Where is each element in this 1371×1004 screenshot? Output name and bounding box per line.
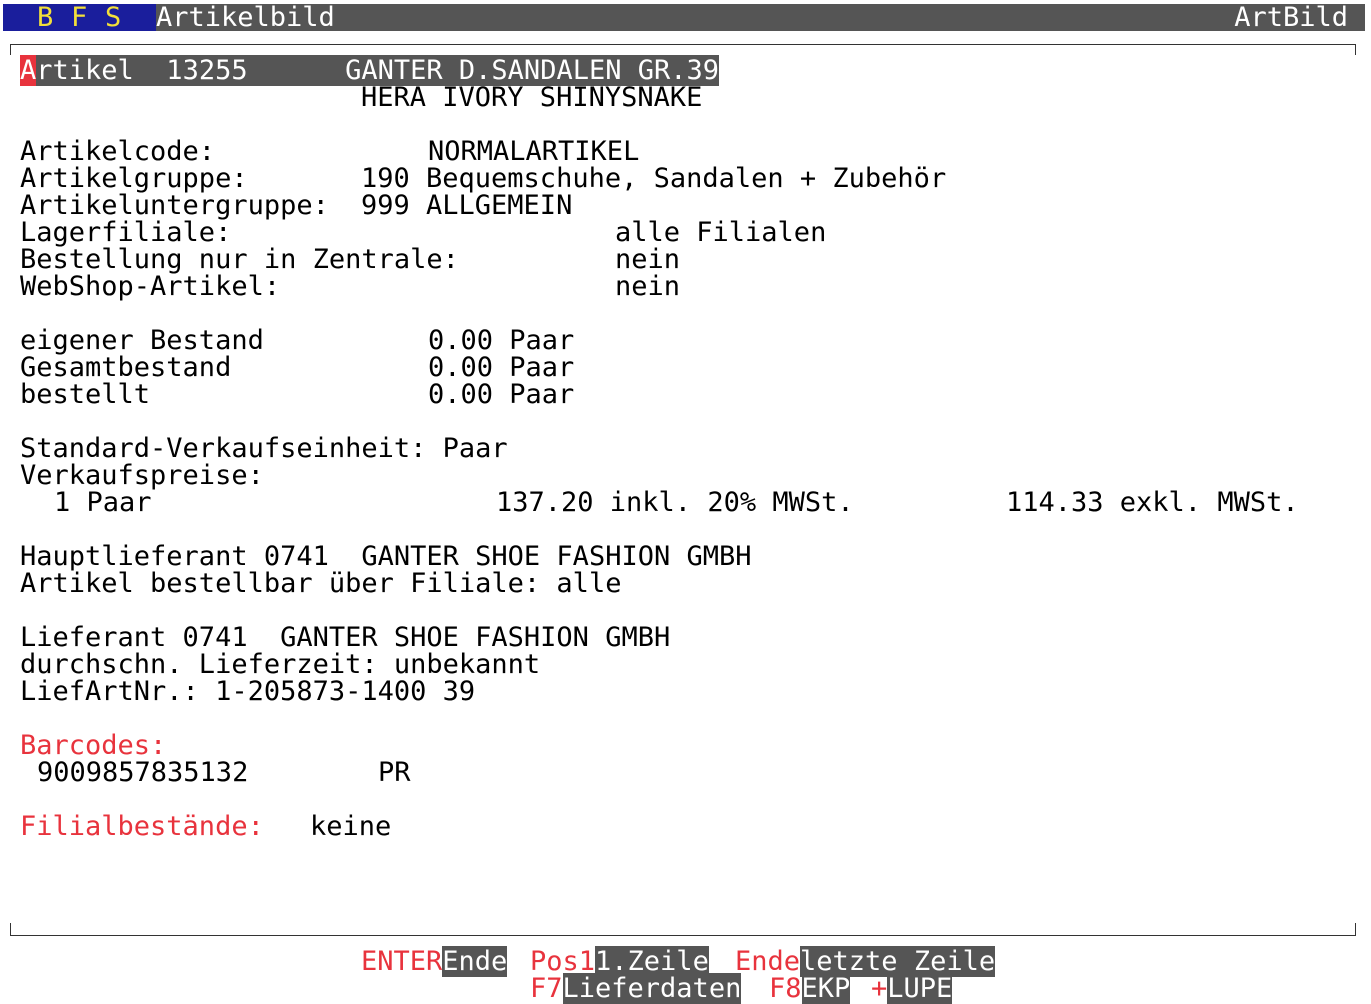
webshop-value: nein [615,271,681,302]
key-plus: + [871,973,888,1004]
liefartnr: LiefArtNr.: 1-205873-1400 39 [20,676,476,707]
key-enter: ENTER [361,946,443,977]
article-number: rtikel 13255 [36,55,346,86]
bestellung-value: nein [615,244,681,275]
lieferant: Lieferant 0741 GANTER SHOE FASHION GMBH [20,622,671,653]
barcodes-label: Barcodes: [20,730,167,761]
key-plus-label: LUPE [887,973,953,1004]
gesamtbestand-value: 0.00 Paar [428,352,575,383]
key-plus-lupe[interactable]: +LUPE [871,973,953,1004]
screen-code: ArtBild [1234,2,1348,33]
artikelgruppe-value: 190 Bequemschuhe, Sandalen + Zubehör [361,163,947,194]
filialbestaende-label: Filialbestände: [20,811,264,842]
price-qty: 1 Paar [54,487,152,518]
standard-unit: Standard-Verkaufseinheit: Paar [20,433,508,464]
window-title: Artikelbild [156,2,335,33]
filialbestaende-value: keine [310,811,392,842]
key-enter-label: Ende [442,946,508,977]
key-f8-ekp[interactable]: F8EKP [769,973,851,1004]
eigener-bestand-label: eigener Bestand [20,325,264,356]
app-letter-b: B [37,2,54,33]
key-f8-label: EKP [801,973,851,1004]
key-f8: F8 [769,973,802,1004]
artikelcode-label: Artikelcode: [20,136,216,167]
frame-bottom-border [10,923,1356,936]
article-name-2: HERA IVORY SHINYSNAKE [361,82,703,113]
lagerfiliale-value: alle Filialen [615,217,827,248]
key-pos1-first-line[interactable]: Pos11.Zeile [530,946,709,977]
bestellt-value: 0.00 Paar [428,379,575,410]
title-bar: B F S Artikelbild ArtBild [3,4,1365,31]
price-gross: 137.20 inkl. 20% MWSt. [496,487,854,518]
key-enter-ende[interactable]: ENTEREnde [361,946,508,977]
app-code: B F S [3,4,156,31]
webshop-label: WebShop-Artikel: [20,271,281,302]
article-header: Artikel 13255 GANTER D.SANDALEN GR.39 [20,55,719,86]
bestellung-label: Bestellung nur in Zentrale: [20,244,459,275]
key-f7: F7 [530,973,563,1004]
price-net: 114.33 exkl. MWSt. [1006,487,1299,518]
artikelgruppe-label: Artikelgruppe: [20,163,248,194]
key-ende-last-line[interactable]: Endeletzte Zeile [735,946,996,977]
untergruppe-label: Artikeluntergruppe: [20,190,329,221]
lieferzeit: durchschn. Lieferzeit: unbekannt [20,649,541,680]
eigener-bestand-value: 0.00 Paar [428,325,575,356]
lagerfiliale-label: Lagerfiliale: [20,217,232,248]
barcode-value: 9009857835132 [37,757,249,788]
gesamtbestand-label: Gesamtbestand [20,352,232,383]
artikelcode-value: NORMALARTIKEL [428,136,640,167]
hauptlieferant: Hauptlieferant 0741 GANTER SHOE FASHION … [20,541,752,572]
app-letter-f: F [71,2,88,33]
key-f7-lieferdaten[interactable]: F7Lieferdaten [530,973,742,1004]
untergruppe-value: 999 ALLGEMEIN [361,190,573,221]
prices-label: Verkaufspreise: [20,460,264,491]
cursor: A [20,55,37,86]
app-letter-s: S [105,2,122,33]
barcode-unit: PR [378,757,411,788]
bestellt-label: bestellt [20,379,151,410]
frame-top-border [10,44,1356,55]
key-f7-label: Lieferdaten [562,973,742,1004]
bestellbar-filiale: Artikel bestellbar über Filiale: alle [20,568,622,599]
